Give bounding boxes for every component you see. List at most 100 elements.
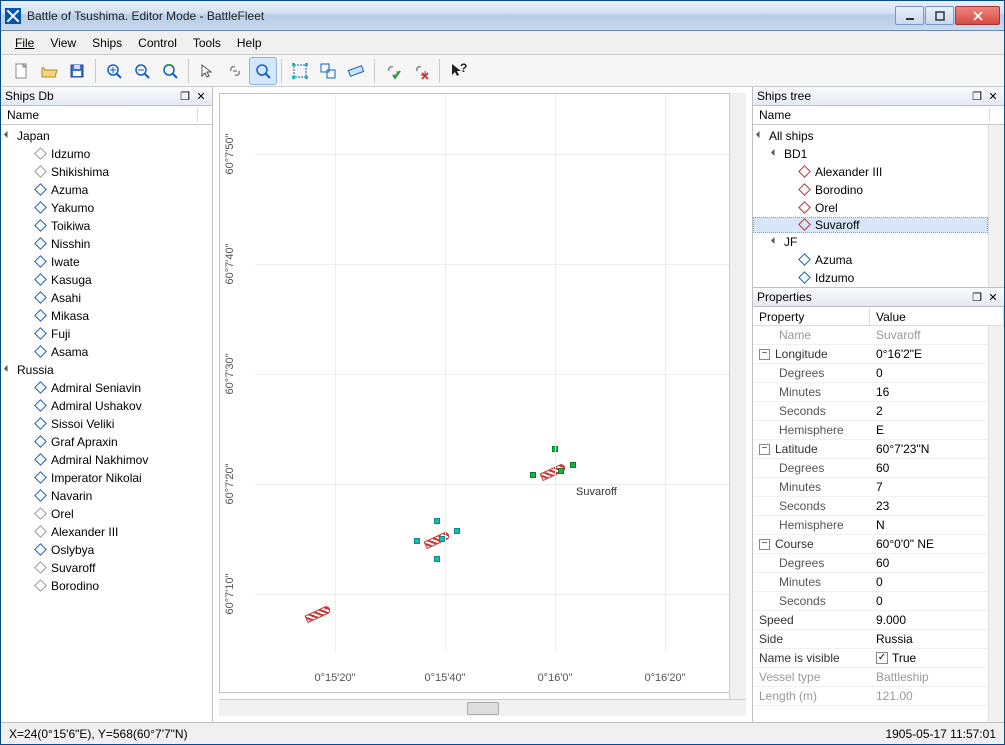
horizontal-scrollbar[interactable]	[219, 699, 746, 716]
close-panel-icon[interactable]: ✕	[194, 89, 208, 103]
tree-group[interactable]: Japan	[1, 127, 212, 145]
restore-icon[interactable]: ❐	[970, 290, 984, 304]
zoom-region-button[interactable]	[249, 57, 277, 85]
props-scrollbar[interactable]	[988, 326, 1004, 722]
property-row[interactable]: Degrees60	[753, 554, 988, 573]
ship-item[interactable]: Fuji	[1, 325, 212, 343]
ship-item[interactable]: Borodino	[1, 577, 212, 595]
property-row[interactable]: Degrees60	[753, 459, 988, 478]
menu-ships[interactable]: Ships	[84, 33, 130, 53]
minimize-button[interactable]	[895, 6, 924, 25]
ship-item[interactable]: Oslybya	[1, 541, 212, 559]
ship-item[interactable]: Admiral Ushakov	[1, 397, 212, 415]
open-button[interactable]	[35, 57, 63, 85]
ships-tree-header[interactable]: Ships tree ❐ ✕	[753, 87, 1004, 106]
menu-control[interactable]: Control	[130, 33, 185, 53]
property-row[interactable]: Minutes16	[753, 383, 988, 402]
restore-icon[interactable]: ❐	[970, 89, 984, 103]
ship-item[interactable]: Idzumo	[1, 145, 212, 163]
maximize-button[interactable]	[925, 6, 954, 25]
property-row[interactable]: Minutes0	[753, 573, 988, 592]
property-row[interactable]: Speed9.000	[753, 611, 988, 630]
property-row[interactable]: −Longitude0°16'2"E	[753, 345, 988, 364]
tree-scrollbar[interactable]	[988, 125, 1004, 287]
link-tool-button[interactable]	[221, 57, 249, 85]
close-panel-icon[interactable]: ✕	[986, 290, 1000, 304]
restore-icon[interactable]: ❐	[178, 89, 192, 103]
property-row[interactable]: Name is visible✓True	[753, 649, 988, 668]
ship-item[interactable]: Orel	[1, 505, 212, 523]
properties-column-header[interactable]: Property Value	[753, 307, 1004, 326]
property-row[interactable]: HemisphereE	[753, 421, 988, 440]
ships-tree[interactable]: All shipsBD1Alexander IIIBorodinoOrelSuv…	[753, 125, 988, 287]
ships-db-tree[interactable]: JapanIdzumoShikishimaAzumaYakumoToikiwaN…	[1, 125, 212, 722]
property-row[interactable]: −Course60°0'0" NE	[753, 535, 988, 554]
property-row[interactable]: NameSuvaroff	[753, 326, 988, 345]
menu-help[interactable]: Help	[229, 33, 270, 53]
close-panel-icon[interactable]: ✕	[986, 89, 1000, 103]
save-button[interactable]	[63, 57, 91, 85]
pointer-tool-button[interactable]	[193, 57, 221, 85]
ship-item[interactable]: Imperator Nikolai	[1, 469, 212, 487]
tree-item[interactable]: BD1	[753, 145, 988, 163]
ruler-button[interactable]	[342, 57, 370, 85]
property-row[interactable]: Seconds0	[753, 592, 988, 611]
property-row[interactable]: Vessel typeBattleship	[753, 668, 988, 687]
map-canvas[interactable]: Suvaroff 0°15'20"0°15'40"0°16'0"0°16'20"…	[219, 93, 746, 693]
ship-item[interactable]: Azuma	[1, 181, 212, 199]
zoom-in-button[interactable]	[100, 57, 128, 85]
menu-view[interactable]: View	[42, 33, 84, 53]
close-button[interactable]	[955, 6, 1000, 25]
ships-db-column-header[interactable]: Name	[1, 106, 212, 125]
property-row[interactable]: −Latitude60°7'23"N	[753, 440, 988, 459]
titlebar[interactable]: Battle of Tsushima. Editor Mode - Battle…	[1, 1, 1004, 31]
tree-item[interactable]: Alexander III	[753, 163, 988, 181]
property-row[interactable]: Degrees0	[753, 364, 988, 383]
help-cursor-button[interactable]: ?	[444, 57, 472, 85]
property-row[interactable]: Seconds23	[753, 497, 988, 516]
ship-item[interactable]: Asama	[1, 343, 212, 361]
property-row[interactable]: Minutes7	[753, 478, 988, 497]
scrollbar-thumb[interactable]	[467, 702, 499, 715]
tree-item[interactable]: All ships	[753, 127, 988, 145]
tree-item[interactable]: JF	[753, 233, 988, 251]
vertical-scrollbar[interactable]	[729, 93, 746, 699]
tree-item[interactable]: Idzumo	[753, 269, 988, 287]
ship-item[interactable]: Iwate	[1, 253, 212, 271]
ship-item[interactable]: Mikasa	[1, 307, 212, 325]
vessel-suvaroff[interactable]: Suvaroff	[540, 468, 566, 476]
tree-item[interactable]: Azuma	[753, 251, 988, 269]
ships-db-header[interactable]: Ships Db ❐ ✕	[1, 87, 212, 106]
zoom-reset-button[interactable]	[156, 57, 184, 85]
ship-item[interactable]: Sissoi Veliki	[1, 415, 212, 433]
tree-item[interactable]: Orel	[753, 199, 988, 217]
properties-header[interactable]: Properties ❐ ✕	[753, 288, 1004, 307]
vessel-1[interactable]	[305, 610, 331, 618]
menu-tools[interactable]: Tools	[185, 33, 229, 53]
ship-item[interactable]: Admiral Seniavin	[1, 379, 212, 397]
vessel-2-selected[interactable]	[424, 536, 450, 544]
select-rect-button[interactable]	[286, 57, 314, 85]
ship-item[interactable]: Suvaroff	[1, 559, 212, 577]
link-del-button[interactable]	[407, 57, 435, 85]
tree-item[interactable]: Borodino	[753, 181, 988, 199]
ship-item[interactable]: Nisshin	[1, 235, 212, 253]
property-row[interactable]: Length (m)121.00	[753, 687, 988, 706]
ship-item[interactable]: Yakumo	[1, 199, 212, 217]
property-row[interactable]: SideRussia	[753, 630, 988, 649]
ship-item[interactable]: Shikishima	[1, 163, 212, 181]
menu-file[interactable]: File	[7, 33, 42, 53]
tree-item[interactable]: Suvaroff	[753, 217, 988, 233]
new-file-button[interactable]	[7, 57, 35, 85]
ship-item[interactable]: Navarin	[1, 487, 212, 505]
ship-item[interactable]: Graf Apraxin	[1, 433, 212, 451]
ship-item[interactable]: Toikiwa	[1, 217, 212, 235]
properties-body[interactable]: NameSuvaroff−Longitude0°16'2"EDegrees0Mi…	[753, 326, 988, 722]
tree-group[interactable]: Russia	[1, 361, 212, 379]
property-row[interactable]: Seconds2	[753, 402, 988, 421]
ship-item[interactable]: Alexander III	[1, 523, 212, 541]
group-button[interactable]	[314, 57, 342, 85]
zoom-out-button[interactable]	[128, 57, 156, 85]
ship-item[interactable]: Asahi	[1, 289, 212, 307]
link-ok-button[interactable]	[379, 57, 407, 85]
